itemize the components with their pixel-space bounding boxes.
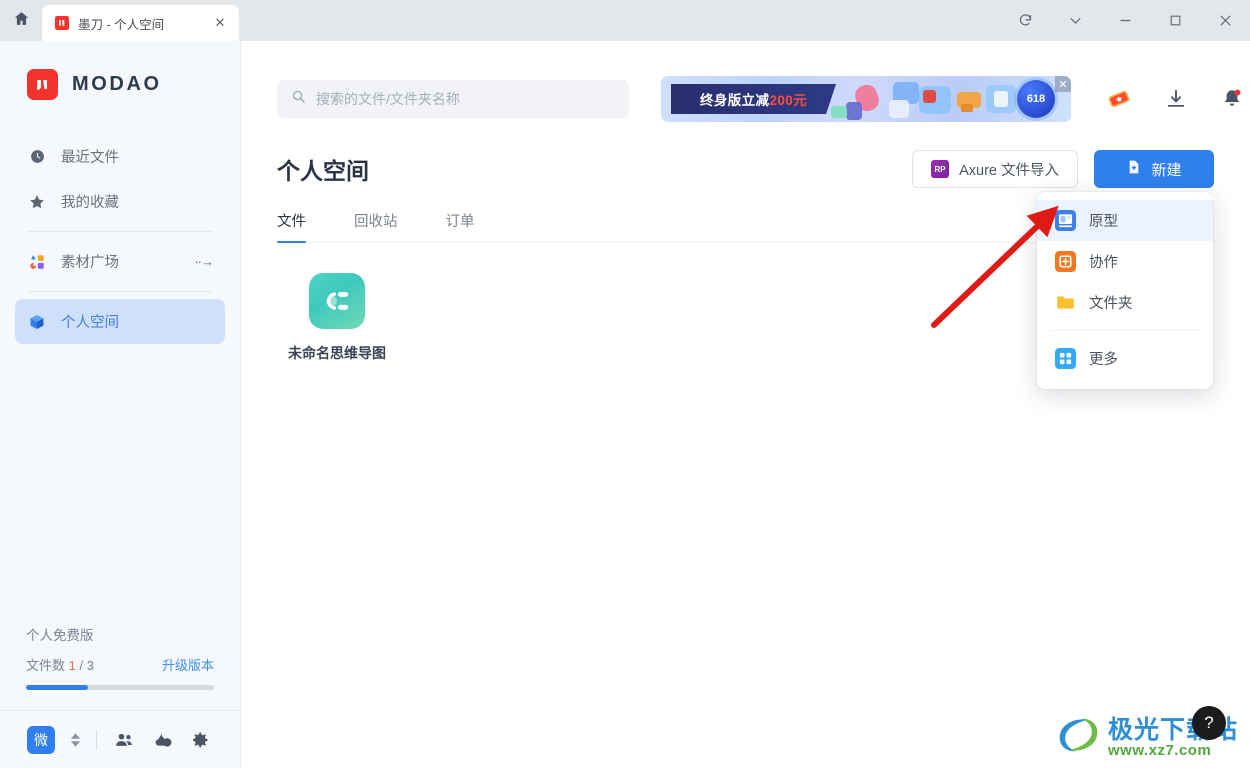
home-icon: [13, 10, 30, 32]
axure-rp-icon: RP: [931, 160, 950, 178]
clock-icon: [27, 147, 47, 167]
top-bar: 搜索的文件/文件夹名称 终身版立减200元 618 ✕: [241, 41, 1250, 122]
menu-divider: [1051, 330, 1199, 331]
plan-count-total: 3: [86, 658, 94, 673]
page-actions: RP Axure 文件导入 新建: [912, 150, 1214, 188]
sidebar-item-favorites[interactable]: 我的收藏: [15, 179, 225, 224]
page-header: 个人空间 RP Axure 文件导入 新建: [241, 122, 1250, 188]
new-button[interactable]: 新建: [1094, 150, 1214, 188]
team-icon[interactable]: [113, 729, 135, 751]
avatar[interactable]: 微: [27, 725, 55, 754]
plan-count-label: 文件数: [26, 658, 66, 673]
plan-count-separator: /: [79, 658, 84, 673]
refresh-icon[interactable]: [1000, 0, 1050, 41]
plan-usage-row: 文件数 1 / 3 升级版本: [26, 655, 214, 674]
banner-plate: 终身版立减200元: [671, 84, 836, 114]
menu-item-label: 协作: [1089, 255, 1118, 271]
home-button[interactable]: [0, 0, 42, 41]
brand-name: MODAO: [72, 73, 162, 95]
file-name: 未命名思维导图: [288, 345, 386, 361]
upgrade-plan-link[interactable]: 升级版本: [162, 655, 214, 674]
sidebar-item-label: 最近文件: [61, 150, 119, 166]
collaboration-icon: [1055, 251, 1076, 272]
prototype-icon: [1055, 210, 1076, 231]
help-button[interactable]: ?: [1192, 706, 1226, 740]
search-icon: [291, 89, 306, 109]
minimize-icon[interactable]: [1100, 0, 1150, 41]
sidebar-nav: 最近文件 我的收藏 素材广场 ··→ 个人空间: [0, 134, 240, 344]
close-icon[interactable]: [1200, 0, 1250, 41]
sidebar-item-label: 个人空间: [61, 315, 119, 331]
mindmap-icon: [309, 273, 365, 329]
cube-icon: [27, 312, 47, 332]
new-button-label: 新建: [1151, 161, 1182, 179]
banner-text-discount: 200元: [769, 93, 808, 108]
brand: MODAO: [0, 41, 240, 100]
browser-tab[interactable]: 墨刀 - 个人空间 ✕: [42, 5, 239, 41]
menu-item-label: 更多: [1089, 352, 1118, 368]
file-card[interactable]: 未命名思维导图: [277, 273, 397, 363]
modao-logo-icon: [27, 69, 58, 100]
tab-title: 墨刀 - 个人空间: [78, 17, 165, 32]
gift-ticket-icon[interactable]: [1107, 87, 1131, 111]
menu-item-prototype[interactable]: 原型: [1037, 200, 1213, 241]
banner-618-badge: 618: [1017, 80, 1055, 118]
palette-icon: [27, 252, 47, 272]
menu-item-folder[interactable]: 文件夹: [1037, 282, 1213, 323]
banner-close-icon[interactable]: ✕: [1055, 76, 1071, 92]
promo-banner[interactable]: 终身版立减200元 618 ✕: [661, 76, 1071, 122]
tab-orders[interactable]: 订单: [446, 210, 475, 242]
gear-icon[interactable]: [189, 729, 211, 751]
page-title: 个人空间: [277, 158, 369, 184]
menu-item-more[interactable]: 更多: [1037, 338, 1213, 379]
window-controls: [1000, 0, 1250, 41]
menu-item-label: 原型: [1089, 214, 1118, 230]
search-box[interactable]: 搜索的文件/文件夹名称: [277, 80, 629, 118]
up-down-caret-icon[interactable]: [71, 732, 80, 747]
sidebar-item-marketplace[interactable]: 素材广场 ··→: [15, 239, 225, 284]
plan-count-used: 1: [68, 658, 76, 673]
app-window: 墨刀 - 个人空间 ✕ MODAO 最近文件 我的收藏 素材广场 ··→ 个人空…: [0, 0, 1250, 768]
plan-title: 个人免费版: [26, 628, 94, 643]
menu-item-label: 文件夹: [1089, 296, 1133, 312]
menu-item-collaboration[interactable]: 协作: [1037, 241, 1213, 282]
plan-file-count: 文件数 1 / 3: [26, 655, 94, 674]
maximize-icon[interactable]: [1150, 0, 1200, 41]
new-menu-dropdown: 原型 协作 文件夹 更多: [1037, 192, 1213, 389]
sidebar-footer: 微: [0, 710, 240, 768]
sidebar-item-label: 素材广场: [61, 255, 119, 271]
sidebar-divider: [27, 291, 213, 292]
cloud-upload-icon[interactable]: [151, 729, 173, 751]
modao-logo-icon: [54, 16, 69, 31]
banner-text-main: 终身版立减: [699, 93, 770, 108]
chevron-down-icon[interactable]: [1050, 0, 1100, 41]
banner-text: 终身版立减200元: [700, 89, 807, 109]
axure-import-button[interactable]: RP Axure 文件导入: [912, 150, 1078, 188]
main-content: 搜索的文件/文件夹名称 终身版立减200元 618 ✕ 个人空间 RP Axur…: [241, 41, 1250, 768]
footer-divider: [96, 729, 97, 750]
title-bar: 墨刀 - 个人空间 ✕: [0, 0, 1250, 41]
sidebar-divider: [27, 231, 213, 232]
top-bar-icons: [1107, 87, 1243, 111]
axure-import-label: Axure 文件导入: [959, 162, 1059, 179]
sidebar-item-label: 我的收藏: [61, 195, 119, 211]
tab-close-icon[interactable]: ✕: [211, 14, 229, 32]
tab-recycle-bin[interactable]: 回收站: [354, 210, 398, 242]
tab-files[interactable]: 文件: [277, 210, 306, 243]
sidebar: MODAO 最近文件 我的收藏 素材广场 ··→ 个人空间 个人免费版 文件数 …: [0, 41, 241, 768]
plan-progress-fill: [26, 685, 89, 690]
search-input[interactable]: 搜索的文件/文件夹名称: [316, 89, 460, 109]
new-file-icon: [1126, 159, 1142, 179]
folder-icon: [1055, 292, 1076, 313]
star-icon: [27, 192, 47, 212]
sidebar-item-arrow-icon: ··→: [194, 254, 214, 269]
download-icon[interactable]: [1165, 88, 1187, 110]
plan-panel: 个人免费版 文件数 1 / 3 升级版本: [0, 624, 240, 690]
plan-progress-bar: [26, 685, 214, 690]
sidebar-item-personal-space[interactable]: 个人空间: [15, 299, 225, 344]
sidebar-item-recent[interactable]: 最近文件: [15, 134, 225, 179]
notification-bell-icon[interactable]: [1221, 88, 1243, 110]
grid-more-icon: [1055, 348, 1076, 369]
